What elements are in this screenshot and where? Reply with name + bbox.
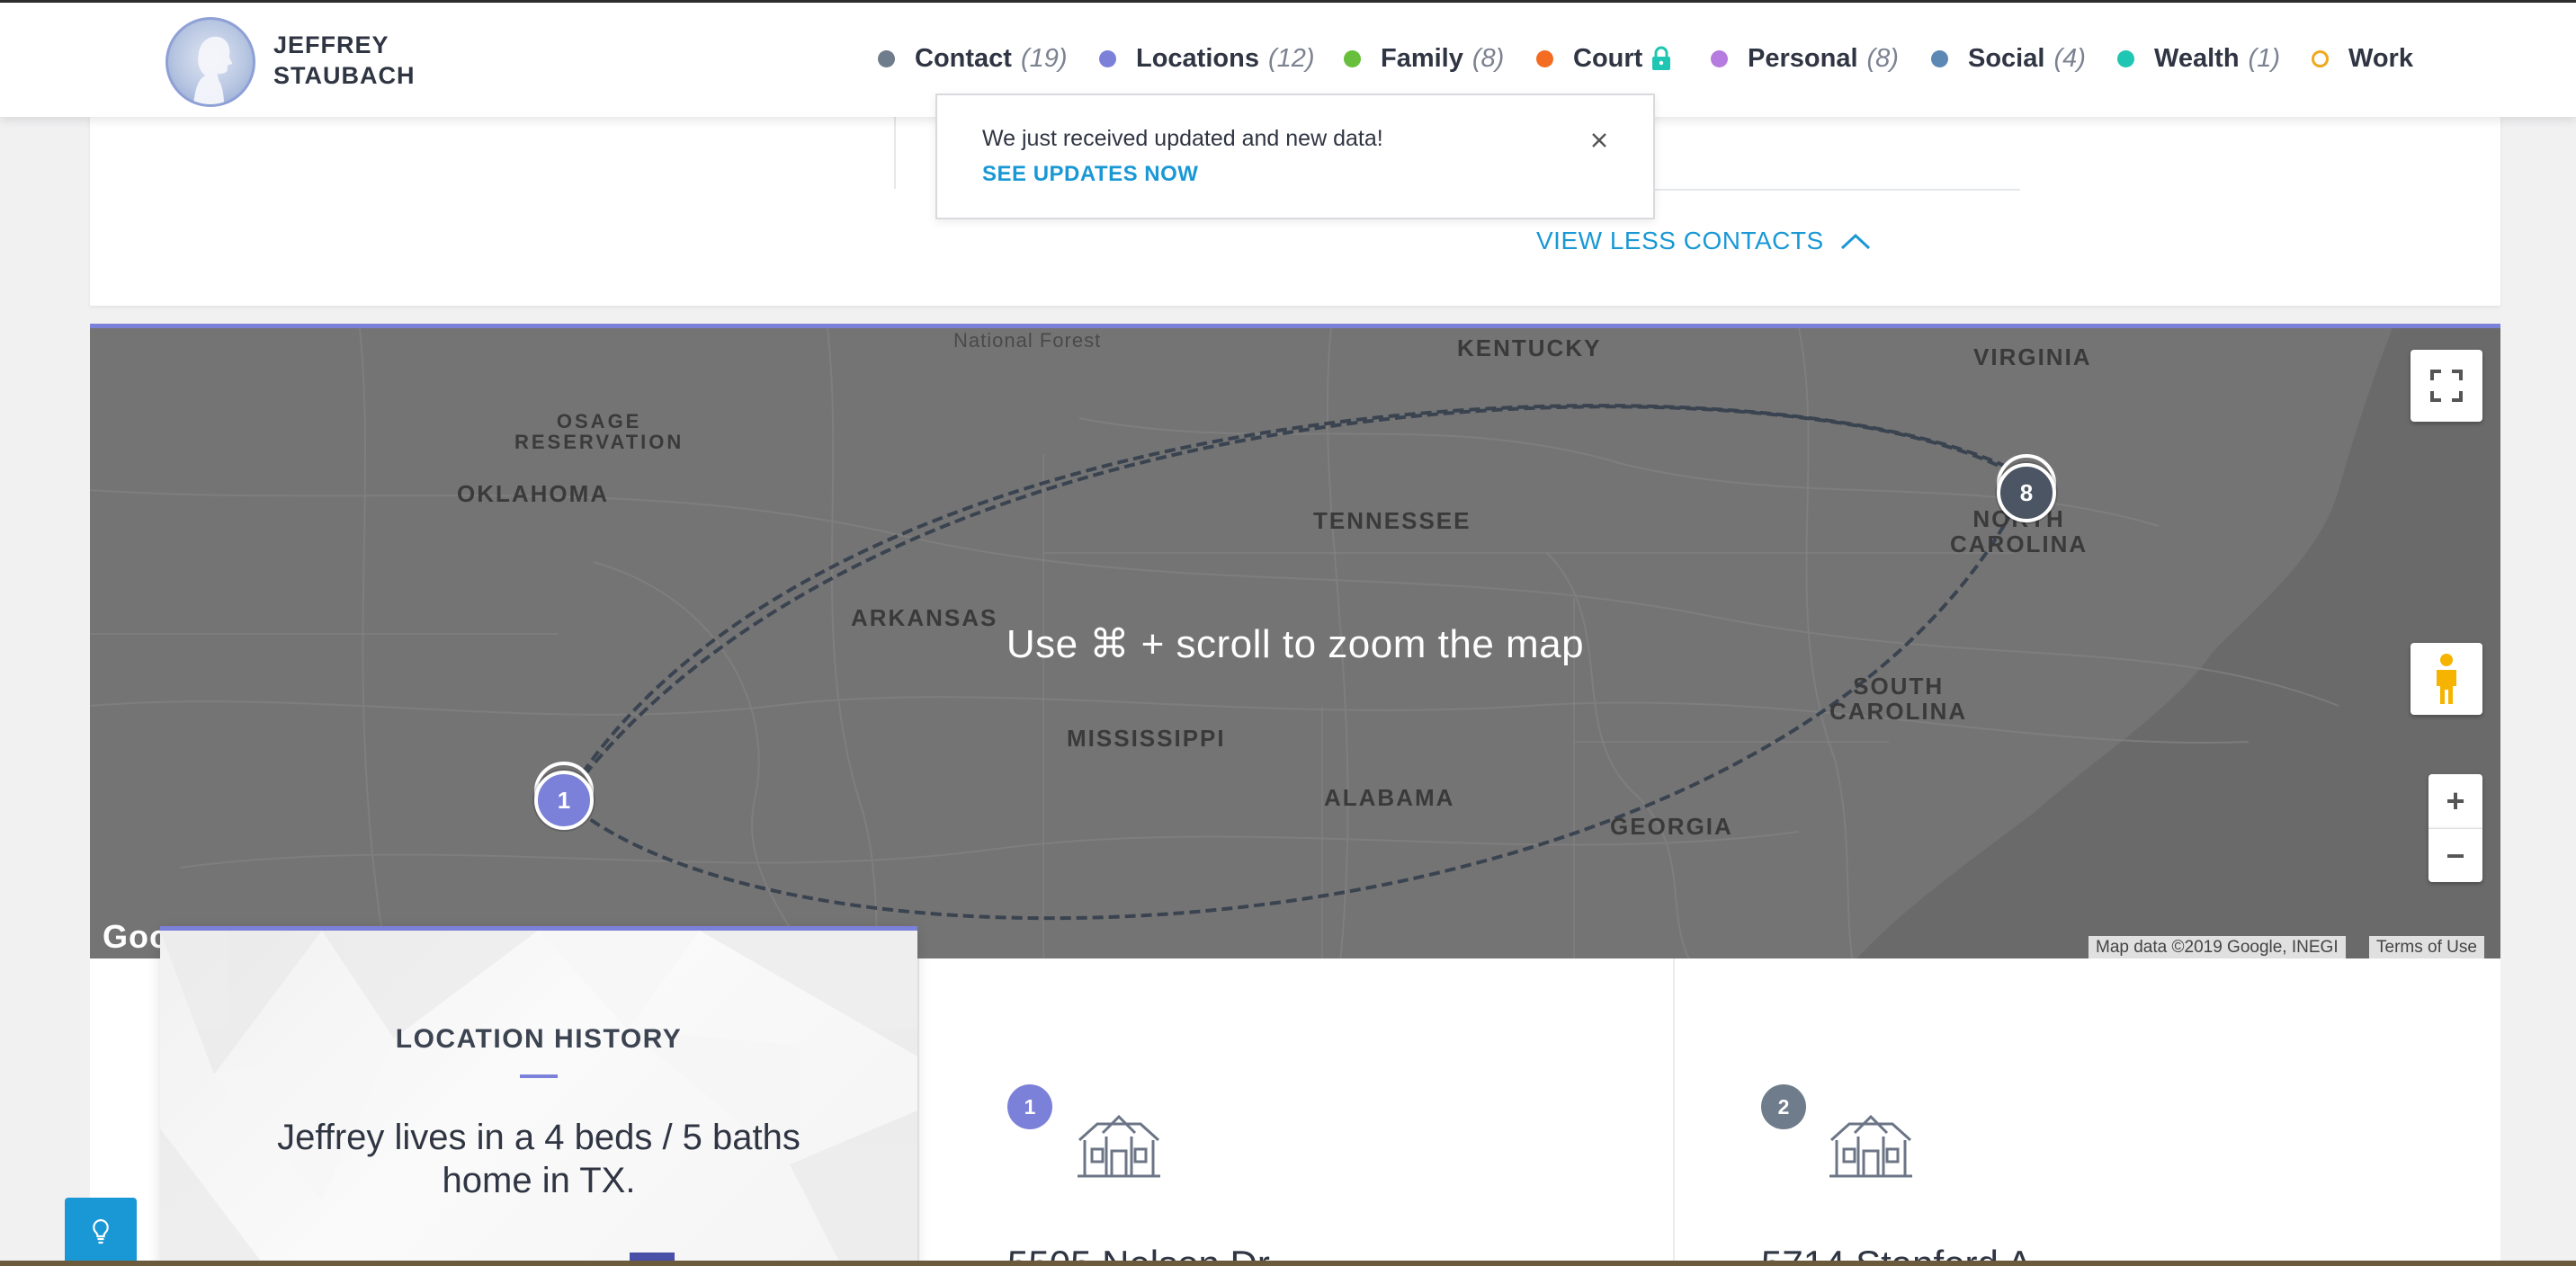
location-history-title: LOCATION HISTORY [395, 1024, 683, 1054]
nav-social[interactable]: Social (4) [1931, 40, 2086, 76]
zoom-hint-text: Use ⌘ + scroll to zoom the map [1006, 622, 1585, 666]
see-updates-link[interactable]: SEE UPDATES NOW [982, 162, 1198, 187]
map-label-national-forest: National Forest [953, 329, 1102, 352]
map-label-oklahoma: OKLAHOMA [457, 480, 610, 507]
chevron-up-icon [1840, 233, 1870, 250]
location-history-card: LOCATION HISTORY Jeffrey lives in a 4 be… [160, 926, 917, 1266]
map-label-south-carolina-line1: SOUTH [1853, 673, 1945, 700]
nav-court-label: Court [1573, 43, 1643, 73]
nav-court[interactable]: Court [1536, 40, 1671, 76]
nav-locations[interactable]: Locations (12) [1099, 40, 1315, 76]
nav-contact-label: Contact [915, 43, 1012, 73]
map-label-tennessee: TENNESSEE [1313, 507, 1471, 534]
locations-dot-icon [1099, 49, 1116, 67]
social-dot-icon [1931, 49, 1948, 67]
zoom-in-button[interactable]: + [2428, 774, 2482, 828]
house-icon [1078, 1114, 1160, 1178]
nav-work-label: Work [2348, 43, 2413, 73]
view-less-contacts-button[interactable]: VIEW LESS CONTACTS [1536, 227, 1871, 255]
wealth-dot-icon [2117, 49, 2134, 67]
fullscreen-button[interactable] [2411, 350, 2482, 422]
map-label-mississippi: MISSISSIPPI [1067, 725, 1226, 752]
nav-contact-count: (19) [1020, 43, 1068, 73]
low-poly-background [160, 931, 917, 1266]
pegman-icon [2437, 654, 2456, 704]
map-attribution: Map data ©2019 Google, INEGI [2089, 936, 2346, 958]
window-bottom-edge [0, 1261, 2576, 1266]
family-dot-icon [1344, 49, 1361, 67]
nav-contact[interactable]: Contact (19) [878, 40, 1068, 76]
updates-notification: We just received updated and new data! S… [935, 94, 1655, 219]
nav-family-count: (8) [1471, 43, 1505, 73]
court-dot-icon [1536, 49, 1553, 67]
map-label-north-carolina-line2: CAROLINA [1950, 530, 2089, 557]
location-map[interactable]: National Forest KENTUCKY VIRGINIA OSAGE … [90, 324, 2500, 958]
nav-locations-count: (12) [1267, 43, 1315, 73]
nav-wealth-label: Wealth [2154, 43, 2240, 73]
map-label-osage-line1: OSAGE [556, 410, 642, 432]
map-label-georgia: GEORGIA [1610, 813, 1733, 840]
map-label-osage-line2: RESERVATION [514, 431, 684, 453]
lock-icon [1652, 46, 1671, 70]
nav-wealth[interactable]: Wealth (1) [2117, 40, 2280, 76]
map-label-osage: OSAGE RESERVATION [514, 411, 684, 452]
personal-dot-icon [1711, 49, 1728, 67]
map-label-kentucky: KENTUCKY [1457, 334, 1602, 361]
location-history-description: Jeffrey lives in a 4 beds / 5 baths home… [277, 1118, 801, 1200]
nav-social-count: (4) [2053, 43, 2086, 73]
house-icon [1829, 1114, 1912, 1178]
street-view-pegman[interactable] [2411, 643, 2482, 715]
map-label-virginia: VIRGINIA [1973, 343, 2092, 370]
close-icon[interactable] [1588, 129, 1610, 151]
notification-message: We just received updated and new data! [982, 126, 1383, 151]
map-label-south-carolina: SOUTH CAROLINA [1829, 673, 1967, 724]
terms-of-use-link[interactable]: Terms of Use [2369, 936, 2484, 958]
map-marker-1[interactable]: 1 [534, 771, 594, 830]
nav-family[interactable]: Family (8) [1344, 40, 1504, 76]
contacts-row-divider [1655, 189, 2020, 191]
work-dot-icon [2312, 49, 2329, 67]
address-card-1[interactable]: 1 5505 Nelson Dr [917, 958, 1673, 1266]
tips-button[interactable] [65, 1198, 137, 1266]
nav-wealth-count: (1) [2248, 43, 2280, 73]
nav-personal[interactable]: Personal (8) [1711, 40, 1899, 76]
location-history-accent-rule [520, 1074, 558, 1078]
nav-social-label: Social [1968, 43, 2045, 73]
nav-personal-label: Personal [1748, 43, 1858, 73]
lightbulb-icon [93, 1218, 109, 1244]
nav-work[interactable]: Work [2312, 40, 2413, 76]
zoom-out-button[interactable]: − [2428, 828, 2482, 882]
view-less-contacts-label: VIEW LESS CONTACTS [1536, 227, 1824, 254]
nav-personal-count: (8) [1866, 43, 1899, 73]
address-badge-1: 1 [1007, 1084, 1052, 1129]
fullscreen-icon [2430, 370, 2463, 402]
map-marker-8[interactable]: 8 [1997, 463, 2056, 522]
map-label-south-carolina-line2: CAROLINA [1829, 698, 1968, 725]
nav-family-label: Family [1381, 43, 1463, 73]
contacts-column-divider [894, 117, 896, 189]
address-badge-2: 2 [1761, 1084, 1806, 1129]
address-card-2[interactable]: 2 5714 Stanford A [1675, 958, 2500, 1266]
contact-dot-icon [878, 49, 895, 67]
nav-locations-label: Locations [1136, 43, 1259, 73]
map-label-alabama: ALABAMA [1324, 784, 1455, 811]
